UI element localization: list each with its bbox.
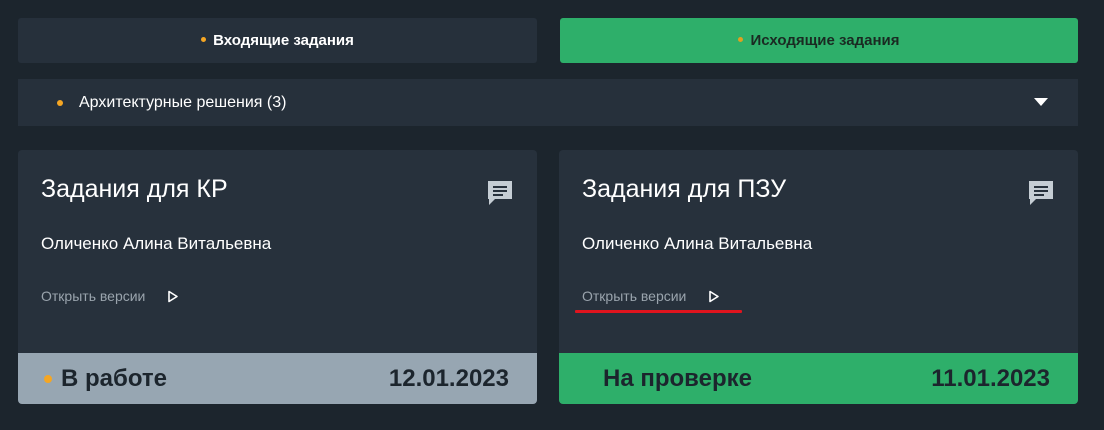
tab-outgoing-tasks[interactable]: Исходящие задания (560, 18, 1078, 63)
open-versions-link[interactable]: Открыть версии (582, 288, 720, 304)
caret-down-icon[interactable] (1034, 98, 1048, 106)
tab-outgoing-label: Исходящие задания (750, 32, 900, 49)
play-outline-icon (168, 290, 179, 302)
card-title: Задания для КР (41, 175, 228, 203)
tab-incoming-label: Входящие задания (213, 32, 354, 49)
open-versions-link[interactable]: Открыть версии (41, 288, 179, 304)
status-date: 12.01.2023 (388, 364, 509, 392)
card-title: Задания для ПЗУ (582, 175, 787, 203)
open-versions-label: Открыть версии (41, 288, 146, 304)
status-text: На проверке (603, 364, 752, 392)
chat-bubble-icon[interactable] (1026, 178, 1056, 208)
play-outline-icon (709, 290, 720, 302)
task-card[interactable]: Задания для КР Оличенко Алина Витальевна… (18, 150, 537, 404)
tab-dot-icon (201, 37, 207, 42)
status-left: В работе (44, 365, 167, 393)
red-underline-annotation (575, 310, 742, 313)
status-date: 11.01.2023 (931, 364, 1050, 392)
category-dot-icon (57, 99, 63, 106)
task-tabs: Входящие задания Исходящие задания (18, 18, 1078, 63)
open-versions-label: Открыть версии (582, 288, 687, 304)
assignee-name: Оличенко Алина Витальевна (41, 234, 272, 253)
assignee-name: Оличенко Алина Витальевна (582, 234, 813, 253)
task-card[interactable]: Задания для ПЗУ Оличенко Алина Витальевн… (559, 150, 1078, 404)
status-bar: На проверке 11.01.2023 (559, 353, 1078, 404)
tab-incoming-tasks[interactable]: Входящие задания (18, 18, 537, 63)
status-dot-icon (44, 374, 52, 383)
status-text: В работе (61, 364, 167, 392)
category-label: Архитектурные решения (3) (79, 93, 287, 111)
status-bar: В работе 12.01.2023 (18, 353, 537, 404)
tab-dot-icon (738, 37, 744, 42)
chat-bubble-icon[interactable] (485, 178, 515, 208)
category-dropdown[interactable]: Архитектурные решения (3) (18, 79, 1078, 126)
